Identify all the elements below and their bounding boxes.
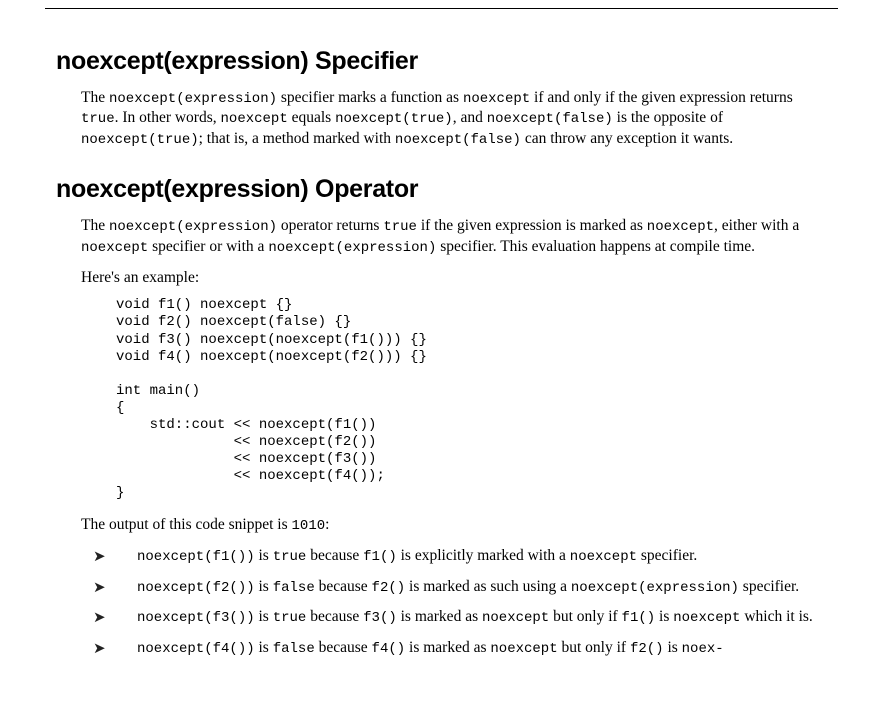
text: The output of this code snippet is — [81, 516, 292, 533]
text: because — [306, 608, 363, 625]
code-inline: noexcept — [221, 111, 288, 127]
heading-specifier: noexcept(expression) Specifier — [56, 47, 838, 76]
text: can throw any exception it wants. — [521, 130, 733, 147]
code-inline: noexcept(false) — [395, 132, 521, 148]
list-item: ➤ noexcept(f3()) is true because f3() is… — [81, 607, 822, 627]
arrow-icon: ➤ — [93, 609, 106, 629]
section-specifier-body: The noexcept(expression) specifier marks… — [81, 88, 822, 149]
text: if the given expression is marked as — [417, 217, 647, 234]
code-inline: noexcept — [482, 610, 549, 626]
code-inline: noexcept — [81, 240, 148, 256]
text: is the opposite of — [613, 109, 723, 126]
text: is marked as such using a — [405, 578, 571, 595]
code-inline: noexcept(expression) — [109, 91, 277, 107]
code-inline: noexcept — [570, 549, 637, 565]
code-inline: true — [81, 111, 115, 127]
code-inline: noexcept — [463, 91, 530, 107]
example-intro: Here's an example: — [81, 269, 822, 287]
code-inline: noexcept — [673, 610, 740, 626]
code-inline: noexcept(f1()) — [137, 549, 255, 565]
text: but only if — [549, 608, 621, 625]
code-inline: f3() — [363, 610, 397, 626]
code-inline: noex- — [682, 641, 724, 657]
code-inline: true — [273, 610, 307, 626]
text: ; that is, a method marked with — [199, 130, 395, 147]
code-inline: noexcept(true) — [81, 132, 199, 148]
text: , and — [453, 109, 487, 126]
specifier-paragraph: The noexcept(expression) specifier marks… — [81, 88, 822, 149]
arrow-icon: ➤ — [93, 579, 106, 599]
arrow-icon: ➤ — [93, 548, 106, 568]
code-inline: f2() — [372, 580, 406, 596]
list-item: ➤ noexcept(f1()) is true because f1() is… — [81, 546, 822, 566]
bullet-list: ➤ noexcept(f1()) is true because f1() is… — [81, 546, 822, 658]
text: specifier. — [739, 578, 799, 595]
output-text: The output of this code snippet is 1010: — [81, 516, 822, 534]
code-inline: noexcept(expression) — [571, 580, 739, 596]
code-inline: noexcept(f4()) — [137, 641, 255, 657]
code-inline: noexcept(expression) — [109, 219, 277, 235]
heading-operator: noexcept(expression) Operator — [56, 175, 838, 204]
code-inline: noexcept(expression) — [268, 240, 436, 256]
code-inline: true — [383, 219, 417, 235]
text: , either with a — [714, 217, 799, 234]
text: is marked as — [397, 608, 482, 625]
top-rule — [45, 8, 838, 9]
text: because — [315, 578, 372, 595]
text: is — [255, 639, 273, 656]
code-inline: 1010 — [292, 518, 326, 534]
arrow-icon: ➤ — [93, 640, 106, 660]
code-inline: false — [273, 580, 315, 596]
code-block: void f1() noexcept {} void f2() noexcept… — [116, 297, 822, 502]
text: which it is. — [740, 608, 812, 625]
text: The — [81, 217, 109, 234]
list-item: ➤ noexcept(f4()) is false because f4() i… — [81, 638, 822, 658]
text: . In other words, — [115, 109, 221, 126]
text: specifier or with a — [148, 238, 268, 255]
text: specifier marks a function as — [277, 89, 463, 106]
code-inline: f1() — [622, 610, 656, 626]
code-inline: noexcept(true) — [335, 111, 453, 127]
text: is — [255, 547, 273, 564]
section-operator-body: The noexcept(expression) operator return… — [81, 216, 822, 658]
code-inline: noexcept — [490, 641, 557, 657]
text: : — [325, 516, 329, 533]
text: is explicitly marked with a — [397, 547, 570, 564]
text: The — [81, 89, 109, 106]
code-inline: false — [273, 641, 315, 657]
code-inline: noexcept(f2()) — [137, 580, 255, 596]
text: specifier. This evaluation happens at co… — [436, 238, 755, 255]
code-inline: f1() — [363, 549, 397, 565]
code-inline: f4() — [372, 641, 406, 657]
text: if and only if the given expression retu… — [530, 89, 793, 106]
code-inline: f2() — [630, 641, 664, 657]
text: is — [255, 578, 273, 595]
text: operator returns — [277, 217, 383, 234]
text: because — [315, 639, 372, 656]
code-inline: true — [273, 549, 307, 565]
code-inline: noexcept(f3()) — [137, 610, 255, 626]
operator-paragraph: The noexcept(expression) operator return… — [81, 216, 822, 257]
code-inline: noexcept — [647, 219, 714, 235]
text: equals — [288, 109, 335, 126]
text: is — [655, 608, 673, 625]
text: is — [664, 639, 682, 656]
text: but only if — [558, 639, 630, 656]
text: because — [306, 547, 363, 564]
list-item: ➤ noexcept(f2()) is false because f2() i… — [81, 577, 822, 597]
text: is marked as — [405, 639, 490, 656]
text: is — [255, 608, 273, 625]
page-container: noexcept(expression) Specifier The noexc… — [0, 8, 883, 658]
code-inline: noexcept(false) — [487, 111, 613, 127]
text: specifier. — [637, 547, 697, 564]
